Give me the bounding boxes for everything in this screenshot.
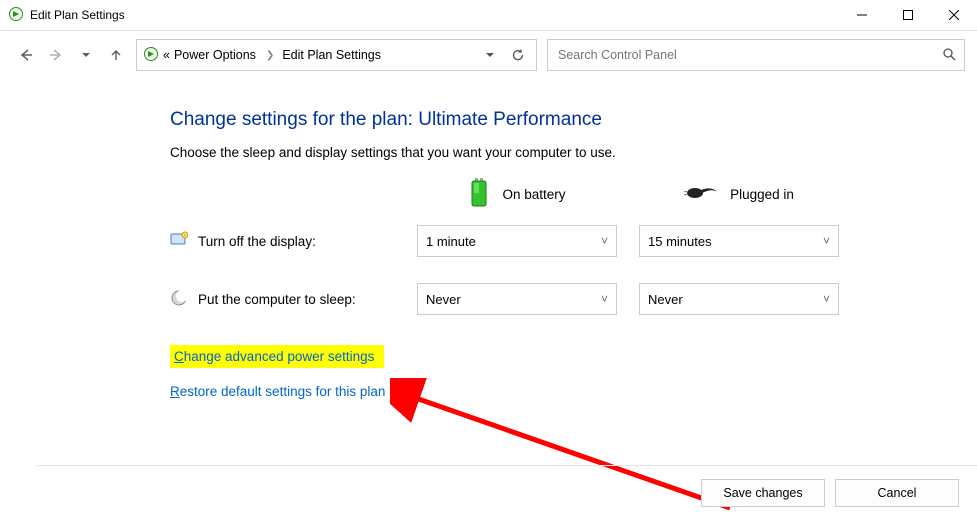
restore-defaults-link[interactable]: Restore default settings for this plan <box>170 384 977 399</box>
button-label: Cancel <box>878 486 917 500</box>
search-box[interactable] <box>547 39 965 71</box>
link-text: estore default settings for this plan <box>180 384 386 399</box>
chevron-down-icon: ˅ <box>823 292 830 306</box>
page-title: Change settings for the plan: Ultimate P… <box>170 109 977 131</box>
footer-buttons: Save changes Cancel <box>701 465 959 507</box>
page-title-prefix: Change settings for the plan: <box>170 109 418 130</box>
breadcrumb-item[interactable]: Power Options ❯ <box>174 48 278 62</box>
select-value: 15 minutes <box>648 234 712 249</box>
window-title: Edit Plan Settings <box>30 8 839 22</box>
chevron-down-icon: ˅ <box>601 292 608 306</box>
nav-up-button[interactable] <box>102 41 130 69</box>
setting-row-display: Turn off the display: 1 minute ˅ 15 minu… <box>170 225 977 257</box>
sleep-plugged-select[interactable]: Never ˅ <box>639 283 839 315</box>
setting-label: Turn off the display: <box>170 231 395 252</box>
setting-label-text: Turn off the display: <box>198 234 316 249</box>
change-advanced-link[interactable]: Change advanced power settings <box>170 345 384 368</box>
search-input[interactable] <box>556 47 942 63</box>
search-icon <box>942 47 956 64</box>
save-changes-button[interactable]: Save changes <box>701 479 825 507</box>
address-dropdown-button[interactable] <box>478 43 502 67</box>
moon-icon <box>170 289 188 310</box>
column-header-battery: On battery <box>417 178 617 211</box>
column-header-label: Plugged in <box>730 187 794 202</box>
setting-label: Put the computer to sleep: <box>170 289 395 310</box>
chevron-right-icon: ❯ <box>262 50 278 61</box>
nav-forward-button[interactable] <box>42 41 70 69</box>
nav-back-button[interactable] <box>12 41 40 69</box>
link-mnemonic: R <box>170 384 180 399</box>
select-value: Never <box>648 292 683 307</box>
column-header-label: On battery <box>502 187 565 202</box>
nav-recent-button[interactable] <box>72 41 100 69</box>
button-label: Save changes <box>723 486 802 500</box>
navbar: « Power Options ❯ Edit Plan Settings <box>0 31 977 79</box>
select-value: Never <box>426 292 461 307</box>
address-bar[interactable]: « Power Options ❯ Edit Plan Settings <box>136 39 537 71</box>
window-icon <box>8 6 30 25</box>
breadcrumb-label: Power Options <box>174 48 256 62</box>
power-plug-icon <box>684 184 718 205</box>
setting-label-text: Put the computer to sleep: <box>198 292 356 307</box>
display-battery-select[interactable]: 1 minute ˅ <box>417 225 617 257</box>
breadcrumb-label: Edit Plan Settings <box>282 48 381 62</box>
setting-row-sleep: Put the computer to sleep: Never ˅ Never… <box>170 283 977 315</box>
display-plugged-select[interactable]: 15 minutes ˅ <box>639 225 839 257</box>
sleep-battery-select[interactable]: Never ˅ <box>417 283 617 315</box>
display-icon <box>170 231 188 252</box>
refresh-button[interactable] <box>506 43 530 67</box>
address-plan-icon <box>143 46 159 65</box>
maximize-button[interactable] <box>885 0 931 30</box>
chevron-down-icon: ˅ <box>823 234 830 248</box>
breadcrumb-prefix: « <box>163 48 170 62</box>
battery-icon <box>468 178 490 211</box>
column-header-plugged: Plugged in <box>639 178 839 211</box>
main-content: Change settings for the plan: Ultimate P… <box>0 79 977 399</box>
plan-name: Ultimate Performance <box>418 109 602 130</box>
chevron-down-icon: ˅ <box>601 234 608 248</box>
breadcrumb-item[interactable]: Edit Plan Settings <box>282 48 381 62</box>
link-text: hange advanced power settings <box>184 349 375 364</box>
minimize-button[interactable] <box>839 0 885 30</box>
select-value: 1 minute <box>426 234 476 249</box>
page-subtitle: Choose the sleep and display settings th… <box>170 145 977 160</box>
window-controls <box>839 0 977 30</box>
link-mnemonic: C <box>174 349 184 364</box>
cancel-button[interactable]: Cancel <box>835 479 959 507</box>
close-button[interactable] <box>931 0 977 30</box>
window-titlebar: Edit Plan Settings <box>0 0 977 31</box>
